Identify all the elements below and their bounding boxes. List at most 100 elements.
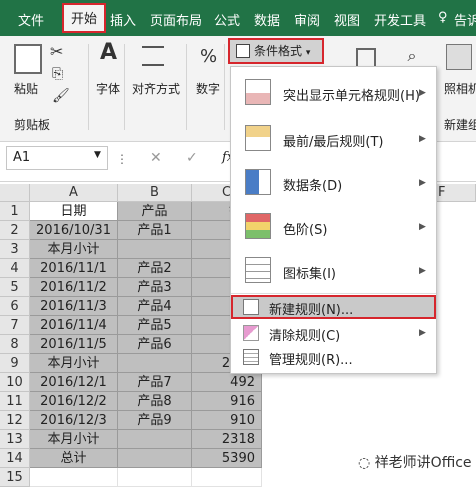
wechat-icon: ◌ xyxy=(358,455,375,471)
tab-data[interactable]: 数据 xyxy=(254,10,280,29)
percent-icon[interactable]: % xyxy=(200,46,217,67)
table-cell[interactable] xyxy=(118,354,192,373)
tab-file[interactable]: 文件 xyxy=(18,10,44,29)
cells-icon[interactable] xyxy=(356,48,376,68)
menu-item-icon-sets[interactable]: 图标集(I) ▶ xyxy=(231,251,436,291)
row-header[interactable]: 4 xyxy=(0,259,30,278)
tab-developer[interactable]: 开发工具 xyxy=(374,10,426,29)
table-cell[interactable]: 日期 xyxy=(30,202,118,221)
table-cell[interactable]: 2016/11/3 xyxy=(30,297,118,316)
table-cell[interactable]: 2318 xyxy=(192,430,262,449)
menu-divider xyxy=(231,293,436,294)
table-cell[interactable]: 本月小计 xyxy=(30,240,118,259)
font-button[interactable]: 字体 xyxy=(96,80,120,97)
table-cell[interactable]: 总计 xyxy=(30,449,118,468)
lightbulb-icon[interactable]: ♀ xyxy=(438,10,448,25)
row-header[interactable]: 11 xyxy=(0,392,30,411)
table-cell[interactable] xyxy=(118,468,192,487)
table-cell[interactable]: 2016/12/2 xyxy=(30,392,118,411)
row-header[interactable]: 2 xyxy=(0,221,30,240)
copy-icon[interactable]: ⎘ xyxy=(52,66,63,82)
table-cell[interactable] xyxy=(118,449,192,468)
font-icon[interactable]: A xyxy=(100,40,117,65)
table-cell[interactable]: 产品6 xyxy=(118,335,192,354)
table-cell[interactable]: 本月小计 xyxy=(30,430,118,449)
row-header[interactable]: 13 xyxy=(0,430,30,449)
menu-item-new-rule[interactable]: 新建规则(N)... xyxy=(231,295,436,319)
table-cell[interactable] xyxy=(118,240,192,259)
tab-review[interactable]: 审阅 xyxy=(294,10,320,29)
row-header[interactable]: 8 xyxy=(0,335,30,354)
cancel-icon[interactable]: ✕ xyxy=(150,150,162,166)
menu-item-color-scales[interactable]: 色阶(S) ▶ xyxy=(231,207,436,247)
table-cell[interactable]: 产品7 xyxy=(118,373,192,392)
alignment-icon[interactable] xyxy=(142,46,164,66)
paste-icon[interactable] xyxy=(14,44,42,74)
row-header[interactable]: 10 xyxy=(0,373,30,392)
enter-icon[interactable]: ✓ xyxy=(186,150,198,166)
table-cell[interactable]: 2016/11/1 xyxy=(30,259,118,278)
column-header-b[interactable]: B xyxy=(118,184,192,202)
row-header[interactable]: 15 xyxy=(0,468,30,487)
column-header-a[interactable]: A xyxy=(30,184,118,202)
table-cell[interactable]: 产品 xyxy=(118,202,192,221)
table-cell[interactable]: 产品8 xyxy=(118,392,192,411)
row-header[interactable]: 1 xyxy=(0,202,30,221)
conditional-formatting-icon xyxy=(236,44,250,58)
table-cell[interactable]: 2016/11/4 xyxy=(30,316,118,335)
alignment-button[interactable]: 对齐方式 xyxy=(132,80,180,97)
row-header[interactable]: 6 xyxy=(0,297,30,316)
chevron-down-icon[interactable]: ▼ xyxy=(94,150,101,160)
conditional-formatting-button[interactable]: 条件格式 ▾ xyxy=(228,38,324,64)
menu-item-clear-rules[interactable]: 清除规则(C) ▶ xyxy=(231,321,436,345)
camera-icon[interactable] xyxy=(446,44,472,70)
tab-view[interactable]: 视图 xyxy=(334,10,360,29)
camera-button[interactable]: 照相机 xyxy=(444,80,476,97)
row-header[interactable]: 12 xyxy=(0,411,30,430)
table-cell[interactable]: 910 xyxy=(192,411,262,430)
conditional-formatting-menu: 突出显示单元格规则(H) ▶ 最前/最后规则(T) ▶ 数据条(D) ▶ 色阶(… xyxy=(230,66,437,374)
more-icon: ⋮ xyxy=(116,152,128,166)
table-cell[interactable]: 产品2 xyxy=(118,259,192,278)
color-scales-label: 色阶(S) xyxy=(283,223,328,238)
table-cell[interactable]: 916 xyxy=(192,392,262,411)
menu-item-data-bars[interactable]: 数据条(D) ▶ xyxy=(231,163,436,203)
menu-item-highlight-rules[interactable]: 突出显示单元格规则(H) ▶ xyxy=(231,73,436,113)
paste-button[interactable]: 粘贴 xyxy=(14,80,38,97)
table-cell[interactable] xyxy=(192,468,262,487)
tab-formulas[interactable]: 公式 xyxy=(214,10,240,29)
icon-sets-label: 图标集(I) xyxy=(283,267,336,282)
table-cell[interactable]: 2016/12/1 xyxy=(30,373,118,392)
row-header[interactable]: 7 xyxy=(0,316,30,335)
menu-item-top-bottom[interactable]: 最前/最后规则(T) ▶ xyxy=(231,119,436,159)
table-cell[interactable]: 2016/10/31 xyxy=(30,221,118,240)
table-cell[interactable]: 2016/11/2 xyxy=(30,278,118,297)
table-cell[interactable]: 产品5 xyxy=(118,316,192,335)
row-header[interactable]: 9 xyxy=(0,354,30,373)
row-header[interactable]: 3 xyxy=(0,240,30,259)
tab-home[interactable]: 开始 xyxy=(62,3,106,33)
select-all-corner[interactable] xyxy=(0,184,30,202)
row-header[interactable]: 5 xyxy=(0,278,30,297)
tab-insert[interactable]: 插入 xyxy=(110,10,136,29)
table-cell[interactable]: 2016/12/3 xyxy=(30,411,118,430)
table-cell[interactable]: 产品1 xyxy=(118,221,192,240)
conditional-formatting-label: 条件格式 xyxy=(254,44,303,58)
cut-icon[interactable]: ✂ xyxy=(50,42,63,61)
name-box[interactable]: A1 xyxy=(6,146,108,170)
row-header[interactable]: 14 xyxy=(0,449,30,468)
table-cell[interactable]: 492 xyxy=(192,373,262,392)
table-cell[interactable]: 产品9 xyxy=(118,411,192,430)
table-cell[interactable]: 本月小计 xyxy=(30,354,118,373)
tab-page-layout[interactable]: 页面布局 xyxy=(150,10,202,29)
menu-item-manage-rules[interactable]: 管理规则(R)... xyxy=(231,345,436,369)
table-cell[interactable] xyxy=(118,430,192,449)
table-cell[interactable]: 产品3 xyxy=(118,278,192,297)
table-cell[interactable]: 产品4 xyxy=(118,297,192,316)
tell-me-input[interactable]: 告诉 xyxy=(454,10,476,29)
table-cell[interactable] xyxy=(30,468,118,487)
number-button[interactable]: 数字 xyxy=(196,80,220,97)
table-cell[interactable]: 2016/11/5 xyxy=(30,335,118,354)
table-cell[interactable]: 5390 xyxy=(192,449,262,468)
format-painter-icon[interactable]: 🖌 xyxy=(52,88,70,104)
